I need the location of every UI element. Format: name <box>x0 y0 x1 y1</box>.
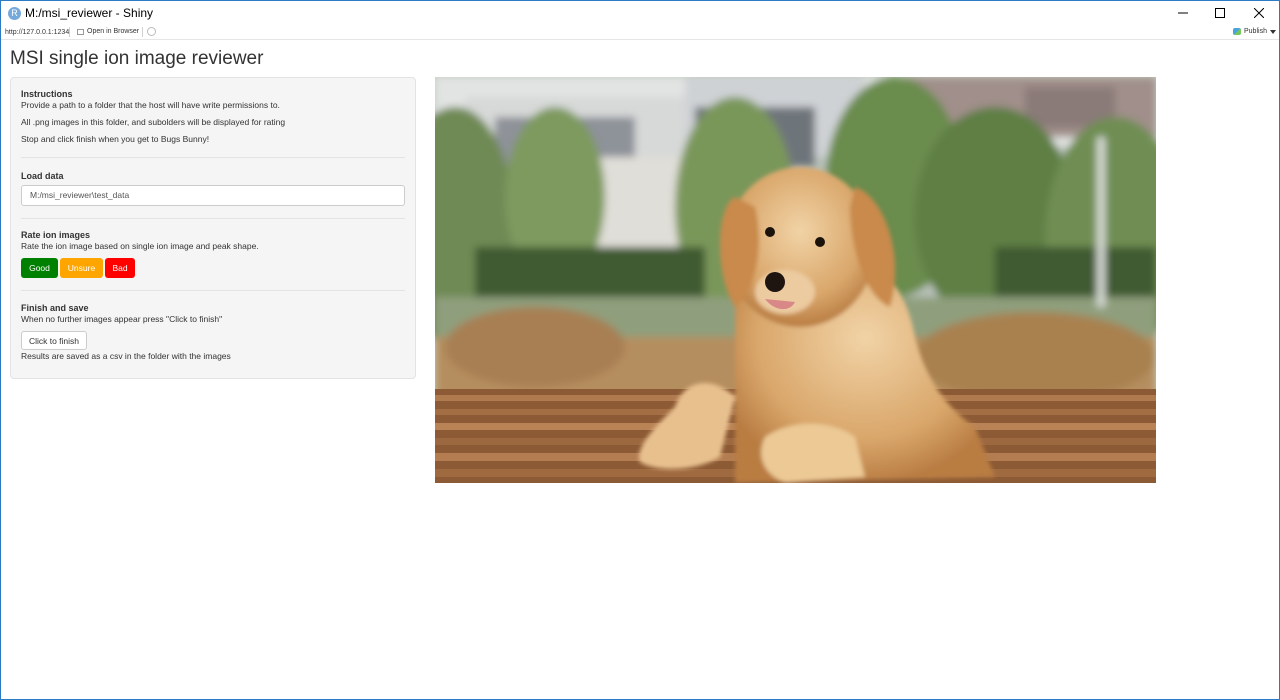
click-to-finish-button[interactable]: Click to finish <box>21 331 87 350</box>
bad-button[interactable]: Bad <box>105 258 135 278</box>
maximize-icon <box>1215 8 1225 18</box>
maximize-button[interactable] <box>1200 1 1240 25</box>
publish-button[interactable]: Publish <box>1233 28 1276 35</box>
divider <box>21 290 405 291</box>
title-bar: R M:/msi_reviewer - Shiny <box>1 1 1279 25</box>
instructions-line: Provide a path to a folder that the host… <box>21 100 280 110</box>
toolbar-divider <box>69 27 70 37</box>
publish-icon <box>1233 28 1241 35</box>
rate-description: Rate the ion image based on single ion i… <box>21 241 259 251</box>
divider <box>21 157 405 158</box>
browser-icon <box>77 28 84 35</box>
publish-label: Publish <box>1244 28 1267 35</box>
r-app-icon: R <box>8 7 21 20</box>
divider <box>21 218 405 219</box>
folder-path-input[interactable]: M:/msi_reviewer\test_data <box>21 185 405 206</box>
load-data-heading: Load data <box>21 171 64 181</box>
refresh-icon[interactable] <box>147 27 156 36</box>
instructions-heading: Instructions <box>21 89 73 99</box>
url-label: http://127.0.0.1:1234 <box>5 29 70 36</box>
finish-description: When no further images appear press "Cli… <box>21 314 223 324</box>
minimize-button[interactable] <box>1163 1 1203 25</box>
finish-heading: Finish and save <box>21 303 89 313</box>
close-icon <box>1254 8 1264 18</box>
open-in-browser-button[interactable]: Open in Browser <box>77 28 139 35</box>
page-title: MSI single ion image reviewer <box>10 48 264 69</box>
results-note: Results are saved as a csv in the folder… <box>21 351 231 361</box>
chevron-down-icon <box>1269 29 1276 34</box>
ion-image <box>435 77 1156 483</box>
close-button[interactable] <box>1239 1 1279 25</box>
rate-heading: Rate ion images <box>21 230 91 240</box>
instructions-line: All .png images in this folder, and subo… <box>21 117 286 127</box>
instructions-line: Stop and click finish when you get to Bu… <box>21 134 210 144</box>
puppy-photo <box>435 77 1156 483</box>
window-title: M:/msi_reviewer - Shiny <box>25 6 154 20</box>
viewer-toolbar: http://127.0.0.1:1234 Open in Browser Pu… <box>1 26 1279 40</box>
minimize-icon <box>1178 12 1188 14</box>
open-in-browser-label: Open in Browser <box>87 28 140 35</box>
unsure-button[interactable]: Unsure <box>60 258 103 278</box>
good-button[interactable]: Good <box>21 258 58 278</box>
toolbar-divider <box>142 27 143 37</box>
